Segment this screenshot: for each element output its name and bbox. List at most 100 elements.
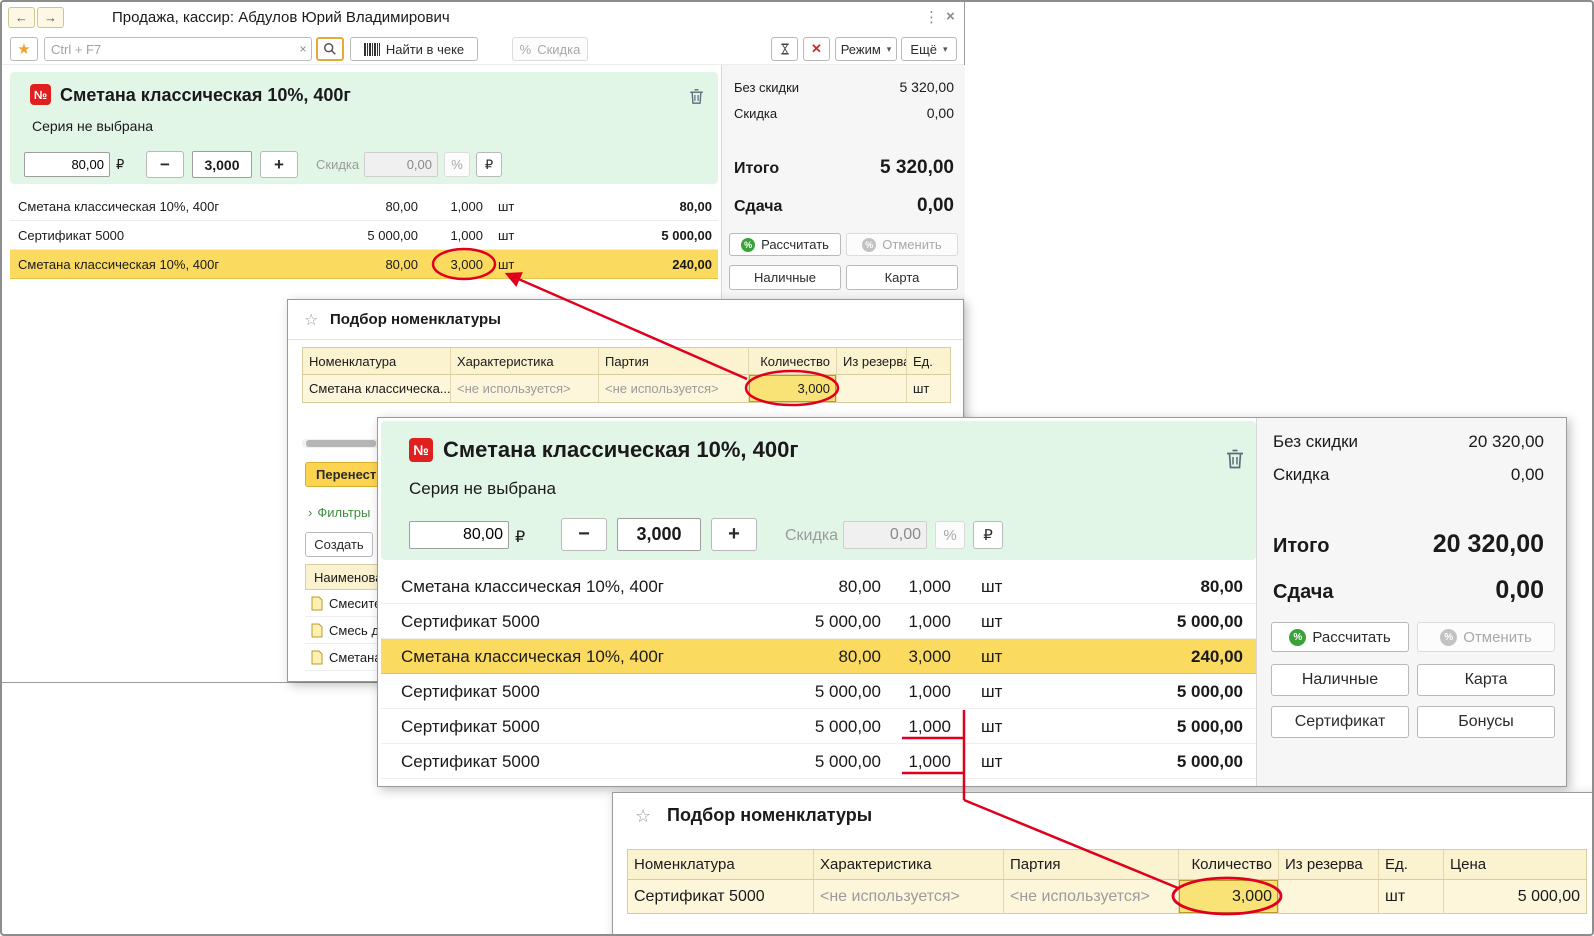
search-button[interactable]	[316, 37, 344, 61]
price-input[interactable]	[409, 521, 509, 549]
calculate-button[interactable]: % Рассчитать	[729, 233, 841, 256]
qty-plus-button[interactable]: +	[260, 151, 298, 178]
column-header-nomenclature[interactable]: Номенклатура	[628, 850, 814, 879]
receipt-row-selected[interactable]: Сметана классическая 10%, 400г 80,00 3,0…	[381, 639, 1256, 674]
number-badge: №	[30, 84, 51, 105]
find-in-check-label: Найти в чеке	[385, 41, 465, 57]
item-name: Сертификат 5000	[401, 612, 540, 631]
totals-panel: Без скидки 20 320,00 Скидка 0,00 Итого 2…	[1256, 418, 1566, 786]
scrollbar-thumb[interactable]	[306, 440, 376, 447]
picker-row[interactable]: Сметана классическа... <не используется>…	[302, 375, 951, 403]
more-dropdown[interactable]: Ещё ▾	[901, 37, 957, 61]
discount-total-label: Скидка	[734, 106, 778, 121]
receipt-row[interactable]: Сметана классическая 10%, 400г 80,00 1,0…	[381, 569, 1256, 604]
picker-header-row: Номенклатура Характеристика Партия Колич…	[627, 849, 1587, 880]
discount-percent-button[interactable]: %	[444, 152, 470, 177]
qty-value[interactable]: 3,000	[192, 151, 252, 178]
star-outline-icon[interactable]: ☆	[304, 310, 318, 330]
cancel-receipt-button[interactable]: ✕	[803, 37, 830, 61]
calculate-button[interactable]: % Рассчитать	[1271, 622, 1409, 652]
column-header-characteristic[interactable]: Характеристика	[451, 348, 599, 374]
postpone-button[interactable]	[771, 37, 798, 61]
column-header-reserve[interactable]: Из резерва	[837, 348, 907, 374]
qty-plus-button[interactable]: +	[711, 518, 757, 551]
cell-quantity[interactable]: 3,000	[1179, 880, 1279, 913]
picker-header-row: Номенклатура Характеристика Партия Колич…	[302, 347, 951, 375]
discount-button[interactable]: % Скидка	[512, 37, 588, 61]
receipt-row-selected[interactable]: Сметана классическая 10%, 400г 80,00 3,0…	[10, 250, 718, 279]
delete-row-button[interactable]	[1219, 443, 1251, 475]
find-in-check-button[interactable]: Найти в чеке	[350, 37, 478, 61]
receipt-row[interactable]: Сметана классическая 10%, 400г 80,00 1,0…	[10, 192, 718, 221]
cell-unit: шт	[1379, 880, 1444, 913]
mode-dropdown[interactable]: Режим ▾	[835, 37, 897, 61]
price-input[interactable]	[24, 152, 110, 177]
close-icon[interactable]: ×	[946, 8, 955, 25]
plus-icon: +	[274, 154, 284, 174]
receipt-row[interactable]: Сертификат 5000 5 000,00 1,000 шт 5 000,…	[381, 604, 1256, 639]
cancel-button[interactable]: % Отменить	[1417, 622, 1555, 652]
ruble-sign: ₽	[116, 157, 125, 172]
column-header-quantity[interactable]: Количество	[749, 348, 837, 374]
column-header-characteristic[interactable]: Характеристика	[814, 850, 1004, 879]
receipt-row[interactable]: Сертификат 5000 5 000,00 1,000 шт 5 000,…	[10, 221, 718, 250]
column-header-reserve[interactable]: Из резерва	[1279, 850, 1379, 879]
change-value: 0,00	[917, 195, 954, 216]
star-icon: ★	[17, 41, 31, 58]
back-button[interactable]: ←	[8, 7, 35, 28]
cell-batch: <не используется>	[1004, 880, 1179, 913]
cancel-button[interactable]: % Отменить	[846, 233, 958, 256]
favorites-button[interactable]: ★	[10, 37, 38, 61]
picker-title: Подбор номенклатуры	[330, 311, 501, 328]
discount-input[interactable]	[364, 152, 438, 177]
menu-dots-icon[interactable]: ⋮	[924, 8, 939, 26]
card-button[interactable]: Карта	[1417, 664, 1555, 696]
item-sum: 5 000,00	[1176, 717, 1243, 736]
cash-button[interactable]: Наличные	[1271, 664, 1409, 696]
search-input[interactable]	[45, 41, 295, 57]
plus-icon: +	[728, 523, 740, 545]
qty-value[interactable]: 3,000	[617, 518, 701, 551]
cancel-label: Отменить	[882, 237, 942, 252]
qty-minus-button[interactable]: −	[146, 151, 184, 178]
bonuses-button[interactable]: Бонусы	[1417, 706, 1555, 738]
discount-input[interactable]	[843, 521, 927, 549]
discount-ruble-button[interactable]: ₽	[973, 521, 1003, 549]
picker-table: Номенклатура Характеристика Партия Колич…	[627, 849, 1587, 914]
picker-row[interactable]: Сертификат 5000 <не используется> <не ис…	[627, 880, 1587, 914]
filters-toggle[interactable]: › Фильтры	[308, 505, 370, 520]
column-header-batch[interactable]: Партия	[599, 348, 749, 374]
column-header-quantity[interactable]: Количество	[1179, 850, 1279, 879]
minus-icon: −	[160, 154, 170, 174]
column-header-nomenclature[interactable]: Номенклатура	[303, 348, 451, 374]
receipt-row[interactable]: Сертификат 5000 5 000,00 1,000 шт 5 000,…	[381, 674, 1256, 709]
series-label: Серия не выбрана	[32, 118, 153, 134]
item-name: Сметана классическая 10%, 400г	[401, 577, 665, 596]
qty-minus-button[interactable]: −	[561, 518, 607, 551]
column-header-unit[interactable]: Ед.	[1379, 850, 1444, 879]
forward-button[interactable]: →	[37, 7, 64, 28]
create-button[interactable]: Создать	[305, 532, 373, 557]
clear-search-icon[interactable]: ×	[295, 42, 311, 56]
item-icon	[311, 596, 323, 610]
discount-ruble-button[interactable]: ₽	[476, 152, 502, 177]
change-value: 0,00	[1495, 576, 1544, 604]
item-sum: 240,00	[672, 257, 712, 272]
item-name: Сертификат 5000	[18, 228, 125, 243]
receipt-row[interactable]: Сертификат 5000 5 000,00 1,000 шт 5 000,…	[381, 709, 1256, 744]
item-sum: 80,00	[679, 199, 712, 214]
cell-quantity[interactable]: 3,000	[749, 375, 837, 402]
cash-label: Наличные	[1301, 671, 1379, 688]
delete-row-button[interactable]	[682, 82, 710, 110]
certificate-button[interactable]: Сертификат	[1271, 706, 1409, 738]
column-header-unit[interactable]: Ед.	[907, 348, 950, 374]
column-header-price[interactable]: Цена	[1444, 850, 1586, 879]
star-outline-icon[interactable]: ☆	[635, 806, 651, 827]
card-label: Карта	[1464, 671, 1508, 688]
column-header-batch[interactable]: Партия	[1004, 850, 1179, 879]
receipt-row[interactable]: Сертификат 5000 5 000,00 1,000 шт 5 000,…	[381, 744, 1256, 779]
discount-percent-button[interactable]: %	[935, 521, 965, 549]
card-button[interactable]: Карта	[846, 265, 958, 290]
cash-button[interactable]: Наличные	[729, 265, 841, 290]
calculate-label: Рассчитать	[761, 237, 829, 252]
